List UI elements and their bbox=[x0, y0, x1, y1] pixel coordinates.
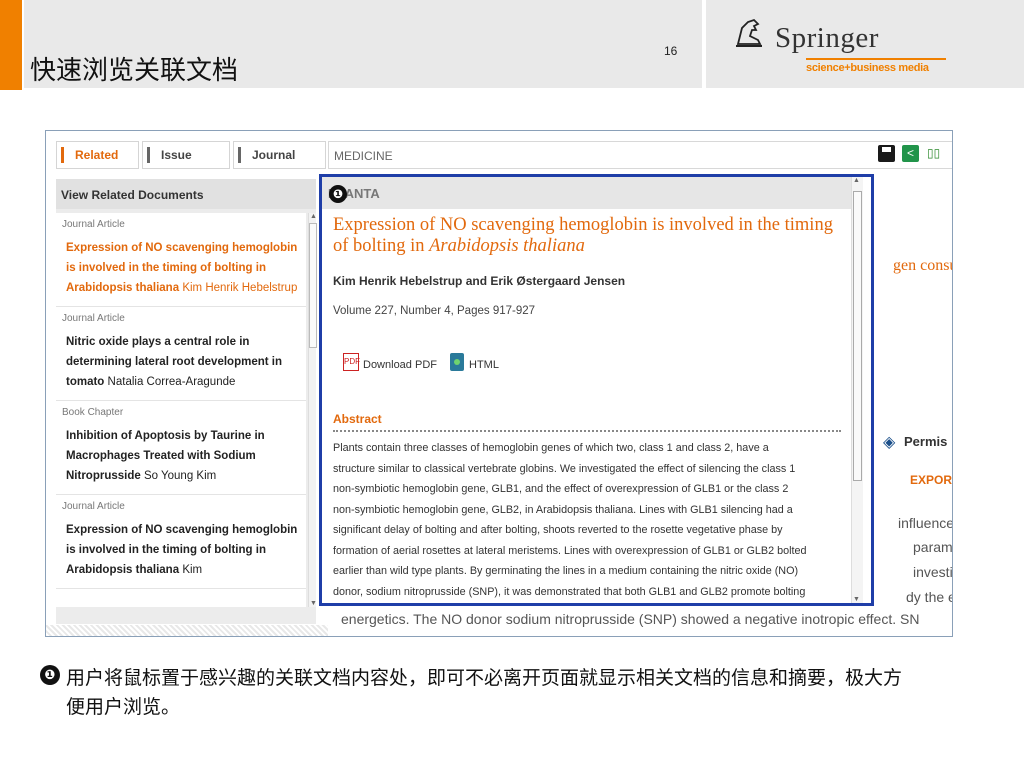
scroll-up-icon[interactable]: ▲ bbox=[310, 213, 317, 220]
tab-issue[interactable]: Issue bbox=[142, 141, 230, 169]
abstract-line: donor, sodium nitroprusside (SNP), it wa… bbox=[333, 585, 806, 598]
related-documents-list: Journal Article Expression of NO scaveng… bbox=[56, 213, 306, 607]
scroll-up-icon[interactable]: ▲ bbox=[853, 177, 860, 184]
document-type: Book Chapter bbox=[62, 407, 124, 418]
caption-marker: ❶ bbox=[40, 665, 60, 685]
popup-article-title[interactable]: Expression of NO scavenging hemoglobin i… bbox=[333, 215, 838, 257]
document-preview-popup: PLANTA Expression of NO scavenging hemog… bbox=[319, 174, 874, 606]
tab-issue-label: Issue bbox=[161, 148, 192, 162]
chevron-right-icon: ◈ bbox=[883, 434, 896, 451]
export-citation-link[interactable]: EXPORT CITAT bbox=[910, 473, 952, 487]
document-author: Kim bbox=[182, 564, 203, 576]
popup-title-species: Arabidopsis thaliana bbox=[429, 236, 585, 256]
download-pdf-link[interactable]: Download PDF bbox=[363, 359, 437, 371]
tab-related-label: Related bbox=[75, 148, 119, 162]
abstract-line: significant delay of bolting and after b… bbox=[333, 524, 783, 536]
scrollbar-thumb[interactable] bbox=[853, 191, 862, 481]
document-author: Natalia Correa-Aragunde bbox=[107, 376, 236, 388]
list-item[interactable]: Book Chapter Inhibition of Apoptosis by … bbox=[56, 401, 306, 495]
caption-text: 用户将鼠标置于感兴趣的关联文档内容处，即可不必离开页面就显示相关文档的信息和摘要… bbox=[66, 667, 903, 718]
document-type: Journal Article bbox=[62, 501, 125, 512]
document-type: Journal Article bbox=[62, 219, 125, 230]
brand-name: Springer bbox=[775, 22, 879, 54]
bottom-stripe bbox=[46, 625, 328, 636]
related-documents-heading: View Related Documents bbox=[56, 179, 316, 209]
abstract-line: structure similar to classical vertebrat… bbox=[333, 462, 796, 475]
abstract-line: earlier than wild type plants. By germin… bbox=[333, 565, 799, 577]
list-item[interactable]: Journal Article Expression of NO scaveng… bbox=[56, 495, 306, 589]
bg-text-line-3: investigat bbox=[913, 564, 953, 580]
abstract-line: non-symbiotic hemoglobin gene, GLB1, and… bbox=[333, 483, 789, 495]
document-entry[interactable]: Expression of NO scavenging hemoglobin i… bbox=[62, 520, 300, 580]
section-bar: MEDICINE < ▯▯ bbox=[328, 141, 952, 169]
brand-tagline: science+business media bbox=[806, 62, 929, 74]
bg-text-line-4: dy the effe bbox=[906, 589, 952, 605]
document-author: Kim Henrik Hebelstrup bbox=[182, 282, 298, 294]
html-icon[interactable] bbox=[450, 353, 464, 371]
html-link[interactable]: HTML bbox=[469, 359, 499, 371]
slide-title: 快速浏览关联文档 bbox=[30, 56, 239, 86]
bg-text-line-1: influence of bbox=[898, 515, 953, 531]
scroll-down-icon[interactable]: ▼ bbox=[853, 596, 860, 603]
orange-accent-bar bbox=[0, 0, 22, 90]
brand-underline bbox=[806, 58, 946, 60]
abstract-line: Plants contain three classes of hemoglob… bbox=[333, 442, 769, 454]
abstract-line: formation of aerial rosettes at lateral … bbox=[333, 544, 807, 557]
scroll-down-icon[interactable]: ▼ bbox=[310, 600, 317, 607]
page-number: 16 bbox=[664, 44, 678, 58]
document-author: So Young Kim bbox=[143, 470, 217, 482]
tab-journal[interactable]: Journal bbox=[233, 141, 326, 169]
section-label: MEDICINE bbox=[334, 149, 393, 163]
tab-journal-label: Journal bbox=[252, 148, 296, 162]
list-item[interactable]: Journal Article Nitric oxide plays a cen… bbox=[56, 307, 306, 401]
bg-text-line-2: parameters bbox=[913, 539, 953, 555]
share-icon[interactable]: < bbox=[902, 145, 919, 162]
callout-marker: ❶ bbox=[329, 185, 347, 203]
popup-scrollbar[interactable]: ▲ ▼ bbox=[851, 177, 863, 603]
related-documents-panel: View Related Documents Journal Article E… bbox=[56, 179, 317, 624]
abstract-divider bbox=[333, 430, 841, 432]
springer-horse-logo-icon bbox=[736, 18, 762, 47]
tab-bar: Related Issue Journal bbox=[46, 131, 326, 179]
bg-title-fragment: gen consu bbox=[893, 257, 953, 274]
abstract-text: Plants contain three classes of hemoglob… bbox=[333, 438, 843, 602]
save-icon[interactable] bbox=[878, 145, 895, 162]
pdf-icon[interactable]: PDF bbox=[343, 353, 360, 371]
abstract-heading: Abstract bbox=[333, 412, 382, 426]
scrollbar-thumb[interactable] bbox=[309, 223, 317, 348]
document-entry[interactable]: Expression of NO scavenging hemoglobin i… bbox=[62, 238, 300, 298]
popup-journal-name: PLANTA bbox=[322, 177, 852, 209]
document-entry[interactable]: Inhibition of Apoptosis by Taurine in Ma… bbox=[62, 426, 300, 486]
tab-related[interactable]: Related bbox=[56, 141, 139, 169]
abstract-line: non-symbiotic hemoglobin gene, GLB2, in … bbox=[333, 503, 793, 516]
screenshot-frame: Related Issue Journal MEDICINE < ▯▯ gen … bbox=[45, 130, 953, 637]
document-type: Journal Article bbox=[62, 313, 125, 324]
document-entry[interactable]: Nitric oxide plays a central role in det… bbox=[62, 332, 300, 392]
bg-bottom-line: energetics. The NO donor sodium nitropru… bbox=[341, 611, 920, 627]
list-item[interactable]: Journal Article Expression of NO scaveng… bbox=[56, 213, 306, 307]
popup-authors: Kim Henrik Hebelstrup and Erik Østergaar… bbox=[333, 274, 626, 288]
popup-volume: Volume 227, Number 4, Pages 917-927 bbox=[333, 305, 536, 317]
book-icon[interactable]: ▯▯ bbox=[927, 146, 951, 161]
sidebar-scrollbar[interactable]: ▲ ▼ bbox=[308, 213, 317, 607]
permissions-link[interactable]: Permis bbox=[904, 434, 947, 449]
